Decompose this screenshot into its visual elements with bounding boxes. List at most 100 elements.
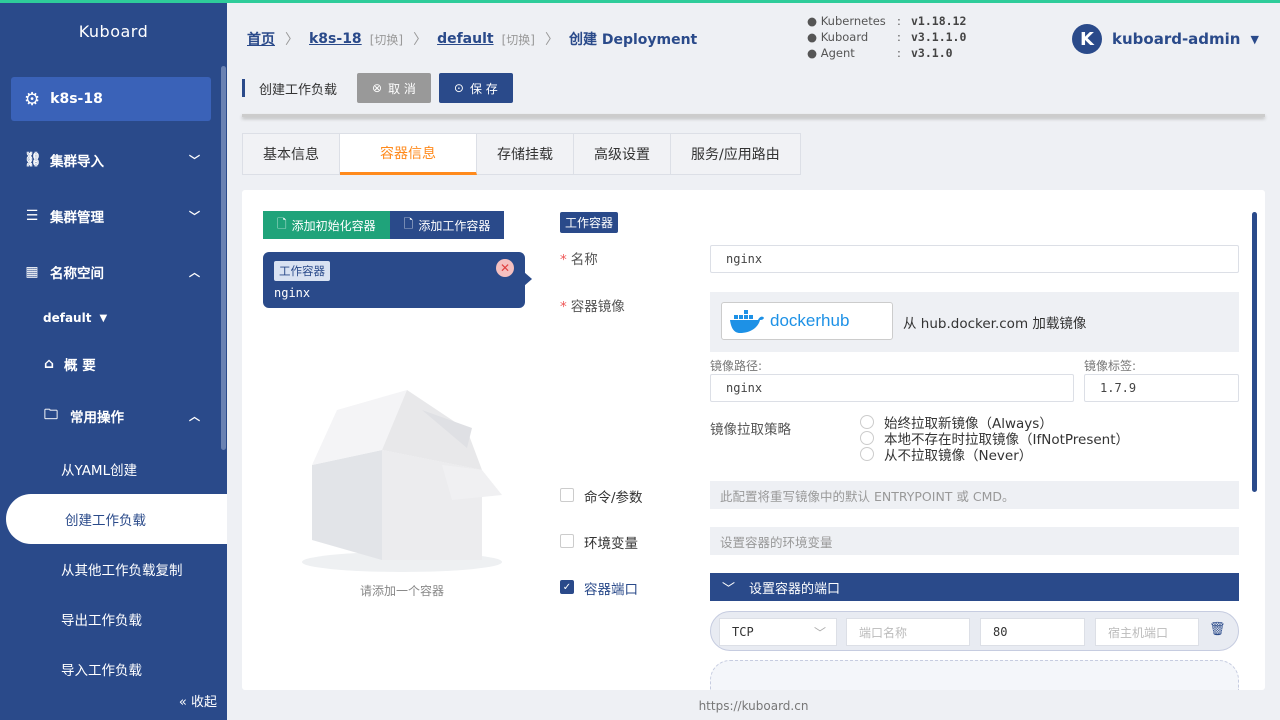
cancel-button[interactable]: ⊗ 取 消	[357, 73, 431, 103]
port-section-title: 设置容器的端口	[749, 581, 841, 597]
brand-logo: Kuboard	[78, 22, 149, 41]
cmd-hint-field: 此配置将重写镜像中的默认 ENTRYPOINT 或 CMD。	[710, 481, 1239, 509]
version-value: v3.1.1.0	[911, 30, 967, 44]
sidebar-item-create-workload[interactable]: 创建工作负载	[6, 494, 227, 544]
tab-service-route[interactable]: 服务/应用路由	[671, 133, 801, 175]
version-value: v3.1.0	[911, 46, 953, 60]
sidebar-scrollbar[interactable]	[221, 66, 226, 450]
button-label: 添加工作容器	[418, 218, 491, 233]
docker-hub-button[interactable]: docker hub	[721, 302, 893, 340]
radio-label: 从不拉取镜像（Never）	[884, 448, 1033, 464]
cluster-selector[interactable]: ⚙ k8s-18	[11, 77, 211, 121]
crumb-cluster[interactable]: k8s-18	[309, 31, 362, 47]
image-tag-input[interactable]: 1.7.9	[1084, 374, 1239, 402]
save-button[interactable]: ⊙ 保 存	[438, 73, 513, 103]
radio-circle	[860, 431, 874, 445]
double-chevron-left-icon: «	[178, 695, 187, 710]
collapse-label: 收起	[190, 695, 217, 710]
gear-icon: ⚙	[24, 88, 41, 110]
container-card[interactable]: 工作容器 nginx ✕	[263, 252, 532, 308]
sidebar: Kuboard ⚙ k8s-18 ⛓ 集群导入 ﹀ ☰ 集群管理 ﹀ ▦ 名称空…	[0, 0, 227, 720]
port-section-header[interactable]: ﹀ 设置容器的端口	[710, 573, 1239, 601]
form-scrollbar[interactable]	[1252, 212, 1257, 492]
sidebar-item-from-yaml[interactable]: 从YAML创建	[0, 449, 222, 489]
card-pointer	[524, 272, 532, 286]
user-menu[interactable]: K kuboard-admin ▼	[1072, 24, 1259, 54]
tab-bar: 基本信息 容器信息 存储挂载 高级设置 服务/应用路由	[242, 133, 801, 175]
server-icon: ☰	[25, 208, 39, 224]
add-port-row[interactable]	[710, 660, 1239, 690]
tab-container-info[interactable]: 容器信息	[340, 133, 477, 175]
namespace-name: default	[43, 311, 92, 325]
sidebar-item-common-ops[interactable]: 🗀 常用操作 ︿	[0, 396, 222, 436]
port-checkbox[interactable]: ✓	[560, 580, 574, 594]
docker-logo-text: docker	[770, 311, 822, 330]
sidebar-item-cluster-import[interactable]: ⛓ 集群导入 ﹀	[0, 140, 222, 180]
hub-logo-text: hub	[821, 311, 850, 330]
breadcrumb: 首页 〉 k8s-18 [切换] 〉 default [切换] 〉 创建 Dep…	[247, 29, 697, 49]
sidebar-item-label: 集群导入	[50, 154, 104, 170]
title-accent-bar	[242, 79, 245, 97]
protocol-select[interactable]: TCP ﹀	[719, 618, 837, 646]
cmd-checkbox[interactable]	[560, 488, 574, 502]
chevron-up-icon: ︿	[189, 266, 200, 279]
env-checkbox[interactable]	[560, 534, 574, 548]
port-name-input[interactable]: 端口名称	[846, 618, 970, 646]
pull-policy-label: 镜像拉取策略	[710, 422, 791, 438]
chevron-up-icon: ︿	[189, 410, 200, 423]
container-port-input[interactable]: 80	[980, 618, 1085, 646]
sidebar-item-copy-workload[interactable]: 从其他工作负载复制	[0, 549, 222, 589]
user-name: kuboard-admin	[1112, 30, 1241, 48]
docker-hub-text: 从 hub.docker.com 加载镜像	[903, 316, 1087, 332]
sidebar-item-cluster-manage[interactable]: ☰ 集群管理 ﹀	[0, 196, 222, 236]
sidebar-item-label: 从YAML创建	[61, 463, 138, 479]
tab-basic-info[interactable]: 基本信息	[242, 133, 340, 175]
link-icon: ⛓	[24, 152, 42, 168]
toolbar-divider	[242, 114, 1265, 117]
chevron-down-icon: ﹀	[722, 581, 736, 597]
crumb-switch-cluster[interactable]: [切换]	[370, 31, 403, 48]
trash-icon[interactable]: 🗑	[1209, 622, 1226, 637]
sidebar-item-label: 概 要	[64, 358, 96, 374]
cancel-label: 取 消	[388, 81, 416, 96]
button-label: 添加初始化容器	[291, 218, 376, 233]
image-path-input[interactable]: nginx	[710, 374, 1074, 402]
env-label: 环境变量	[584, 536, 638, 552]
crumb-namespace[interactable]: default	[437, 31, 494, 47]
sidebar-item-overview[interactable]: ⌂ 概 要	[0, 344, 222, 384]
name-label: * 名称	[560, 252, 598, 268]
radio-circle	[860, 415, 874, 429]
cluster-name: k8s-18	[50, 91, 103, 107]
crumb-home[interactable]: 首页	[247, 29, 275, 49]
host-port-input[interactable]: 宿主机端口	[1095, 618, 1199, 646]
sidebar-item-namespace[interactable]: ▦ 名称空间 ︿	[0, 252, 222, 292]
circle-check-icon: ⊙	[453, 81, 464, 95]
protocol-value: TCP	[732, 625, 754, 639]
sidebar-item-import-workload[interactable]: 导入工作负载	[0, 649, 222, 689]
version-row: ● Kuboard: v3.1.1.0	[807, 30, 967, 44]
folder-icon: 🗀	[44, 407, 58, 423]
version-value: v1.18.12	[911, 14, 967, 28]
port-label: 容器端口	[584, 582, 638, 598]
add-init-container-button[interactable]: 🗋 添加初始化容器	[263, 211, 390, 239]
container-panel: 🗋 添加初始化容器 🗋 添加工作容器 工作容器 nginx ✕ 请添加一个容器	[242, 190, 1265, 690]
remove-container-icon[interactable]: ✕	[496, 259, 514, 277]
docker-whale-icon	[730, 310, 764, 333]
sidebar-item-label: 名称空间	[50, 266, 104, 282]
pull-option-never[interactable]: 从不拉取镜像（Never）	[860, 444, 1032, 464]
add-container-buttons: 🗋 添加初始化容器 🗋 添加工作容器	[263, 211, 505, 239]
env-hint-field: 设置容器的环境变量	[710, 527, 1239, 555]
collapse-button[interactable]: « 收起	[179, 691, 217, 710]
grid-icon: ▦	[25, 264, 39, 280]
name-input[interactable]: nginx	[710, 245, 1239, 273]
tab-storage[interactable]: 存储挂载	[477, 133, 574, 175]
sidebar-item-export-workload[interactable]: 导出工作负载	[0, 599, 222, 639]
cmd-label: 命令/参数	[584, 490, 643, 506]
crumb-switch-namespace[interactable]: [切换]	[502, 31, 535, 48]
add-work-container-button[interactable]: 🗋 添加工作容器	[389, 211, 505, 239]
footer-link[interactable]: https://kuboard.cn	[227, 699, 1280, 713]
toolbar: 创建工作负载 ⊗ 取 消 ⊙ 保 存	[242, 73, 521, 103]
tab-advanced[interactable]: 高级设置	[574, 133, 671, 175]
namespace-selector[interactable]: default ▼	[0, 298, 222, 338]
sidebar-item-label: 导入工作负载	[61, 663, 142, 679]
